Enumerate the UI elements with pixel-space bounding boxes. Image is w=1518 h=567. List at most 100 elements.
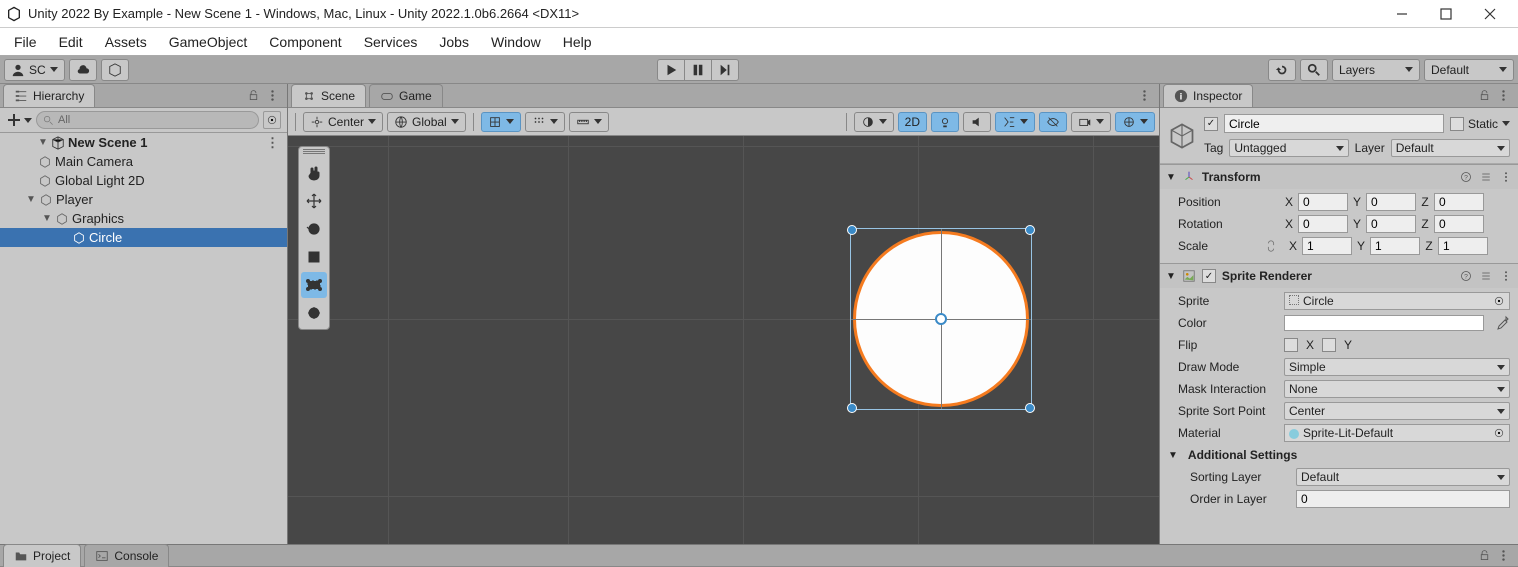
flip-y-checkbox[interactable] (1322, 338, 1336, 352)
resize-handle-tr[interactable] (1025, 225, 1035, 235)
position-z[interactable] (1434, 193, 1484, 211)
transform-tool[interactable] (301, 300, 327, 326)
kebab-icon[interactable] (266, 89, 279, 102)
play-button[interactable] (657, 59, 684, 81)
cloud-button[interactable] (69, 59, 97, 81)
fold-icon[interactable]: ▼ (1166, 172, 1176, 183)
tag-dropdown[interactable]: Untagged (1229, 139, 1348, 157)
maximize-button[interactable] (1424, 0, 1468, 27)
step-button[interactable] (711, 59, 739, 81)
hierarchy-search[interactable]: All (36, 111, 259, 129)
close-button[interactable] (1468, 0, 1512, 27)
menu-component[interactable]: Component (259, 31, 351, 53)
tab-console[interactable]: Console (84, 544, 169, 567)
resize-handle-tl[interactable] (847, 225, 857, 235)
object-picker-icon[interactable] (1493, 427, 1505, 439)
sorting-layer-dropdown[interactable]: Default (1296, 468, 1510, 486)
kebab-icon[interactable] (1500, 171, 1512, 183)
gizmos-dropdown[interactable] (1115, 112, 1155, 132)
position-y[interactable] (1366, 193, 1416, 211)
kebab-icon[interactable] (1138, 89, 1151, 102)
order-in-layer-field[interactable] (1296, 490, 1510, 508)
rotation-y[interactable] (1366, 215, 1416, 233)
visibility-toggle[interactable] (1039, 112, 1067, 132)
fold-icon[interactable] (26, 194, 36, 205)
shading-dropdown[interactable] (854, 112, 894, 132)
position-x[interactable] (1298, 193, 1348, 211)
object-picker-icon[interactable] (1493, 295, 1505, 307)
move-tool[interactable] (301, 188, 327, 214)
lock-icon[interactable] (1478, 549, 1491, 562)
fold-icon[interactable] (38, 137, 48, 148)
rect-tool[interactable] (301, 272, 327, 298)
space-dropdown[interactable]: Global (387, 112, 466, 132)
resize-handle-br[interactable] (1025, 403, 1035, 413)
sprite-object-field[interactable]: Circle (1284, 292, 1510, 310)
hierarchy-item-player[interactable]: Player (0, 190, 287, 209)
lock-icon[interactable] (247, 89, 260, 102)
tab-scene[interactable]: Scene (291, 84, 366, 107)
gameobject-icon[interactable] (1168, 122, 1196, 150)
selected-sprite[interactable] (853, 231, 1029, 407)
layers-dropdown[interactable]: Layers (1332, 59, 1420, 81)
hierarchy-item-circle[interactable]: Circle (0, 228, 287, 247)
scale-x[interactable] (1302, 237, 1352, 255)
mask-dropdown[interactable]: None (1284, 380, 1510, 398)
search-global-button[interactable] (1300, 59, 1328, 81)
hierarchy-item-global-light[interactable]: Global Light 2D (0, 171, 287, 190)
menu-edit[interactable]: Edit (49, 31, 93, 53)
scene-viewport[interactable] (288, 136, 1159, 544)
fx-toggle[interactable] (995, 112, 1035, 132)
sort-point-dropdown[interactable]: Center (1284, 402, 1510, 420)
menu-file[interactable]: File (4, 31, 47, 53)
undo-history-button[interactable] (1268, 59, 1296, 81)
lock-icon[interactable] (1478, 89, 1491, 102)
active-checkbox[interactable] (1204, 117, 1218, 131)
help-icon[interactable]: ? (1460, 171, 1472, 183)
object-name-field[interactable] (1224, 114, 1444, 133)
draw-mode-dropdown[interactable]: Simple (1284, 358, 1510, 376)
tab-inspector[interactable]: i Inspector (1163, 84, 1253, 107)
snap-settings-button[interactable] (569, 112, 609, 132)
help-icon[interactable]: ? (1460, 270, 1472, 282)
camera-dropdown[interactable] (1071, 112, 1111, 132)
menu-services[interactable]: Services (354, 31, 428, 53)
rotation-z[interactable] (1434, 215, 1484, 233)
menu-help[interactable]: Help (553, 31, 602, 53)
audio-toggle[interactable] (963, 112, 991, 132)
color-field[interactable] (1284, 315, 1484, 331)
hierarchy-item-main-camera[interactable]: Main Camera (0, 152, 287, 171)
layer-dropdown[interactable]: Default (1391, 139, 1510, 157)
scene-kebab-icon[interactable]: ⋮ (266, 135, 287, 151)
hand-tool[interactable] (301, 160, 327, 186)
layout-dropdown[interactable]: Default (1424, 59, 1514, 81)
resize-handle-bl[interactable] (847, 403, 857, 413)
menu-assets[interactable]: Assets (95, 31, 157, 53)
pivot-dropdown[interactable]: Center (303, 112, 383, 132)
flip-x-checkbox[interactable] (1284, 338, 1298, 352)
fold-icon[interactable]: ▼ (1168, 450, 1178, 461)
static-checkbox[interactable] (1450, 117, 1464, 131)
static-dropdown[interactable] (1502, 121, 1510, 126)
tab-game[interactable]: Game (369, 84, 443, 107)
lighting-toggle[interactable] (931, 112, 959, 132)
preset-icon[interactable] (1480, 171, 1492, 183)
kebab-icon[interactable] (1500, 270, 1512, 282)
menu-jobs[interactable]: Jobs (429, 31, 479, 53)
rotation-x[interactable] (1298, 215, 1348, 233)
snap-increment-button[interactable] (525, 112, 565, 132)
grid-snap-button[interactable] (481, 112, 521, 132)
hierarchy-filter[interactable] (263, 111, 281, 129)
minimize-button[interactable] (1380, 0, 1424, 27)
pause-button[interactable] (684, 59, 711, 81)
kebab-icon[interactable] (1497, 549, 1510, 562)
scale-z[interactable] (1438, 237, 1488, 255)
tab-project[interactable]: Project (3, 544, 81, 567)
drag-handle-icon[interactable] (303, 149, 325, 155)
account-dropdown[interactable]: SC (4, 59, 65, 81)
rotate-tool[interactable] (301, 216, 327, 242)
menu-gameobject[interactable]: GameObject (159, 31, 258, 53)
hierarchy-item-graphics[interactable]: Graphics (0, 209, 287, 228)
fold-icon[interactable]: ▼ (1166, 271, 1176, 282)
component-enabled-checkbox[interactable] (1202, 269, 1216, 283)
